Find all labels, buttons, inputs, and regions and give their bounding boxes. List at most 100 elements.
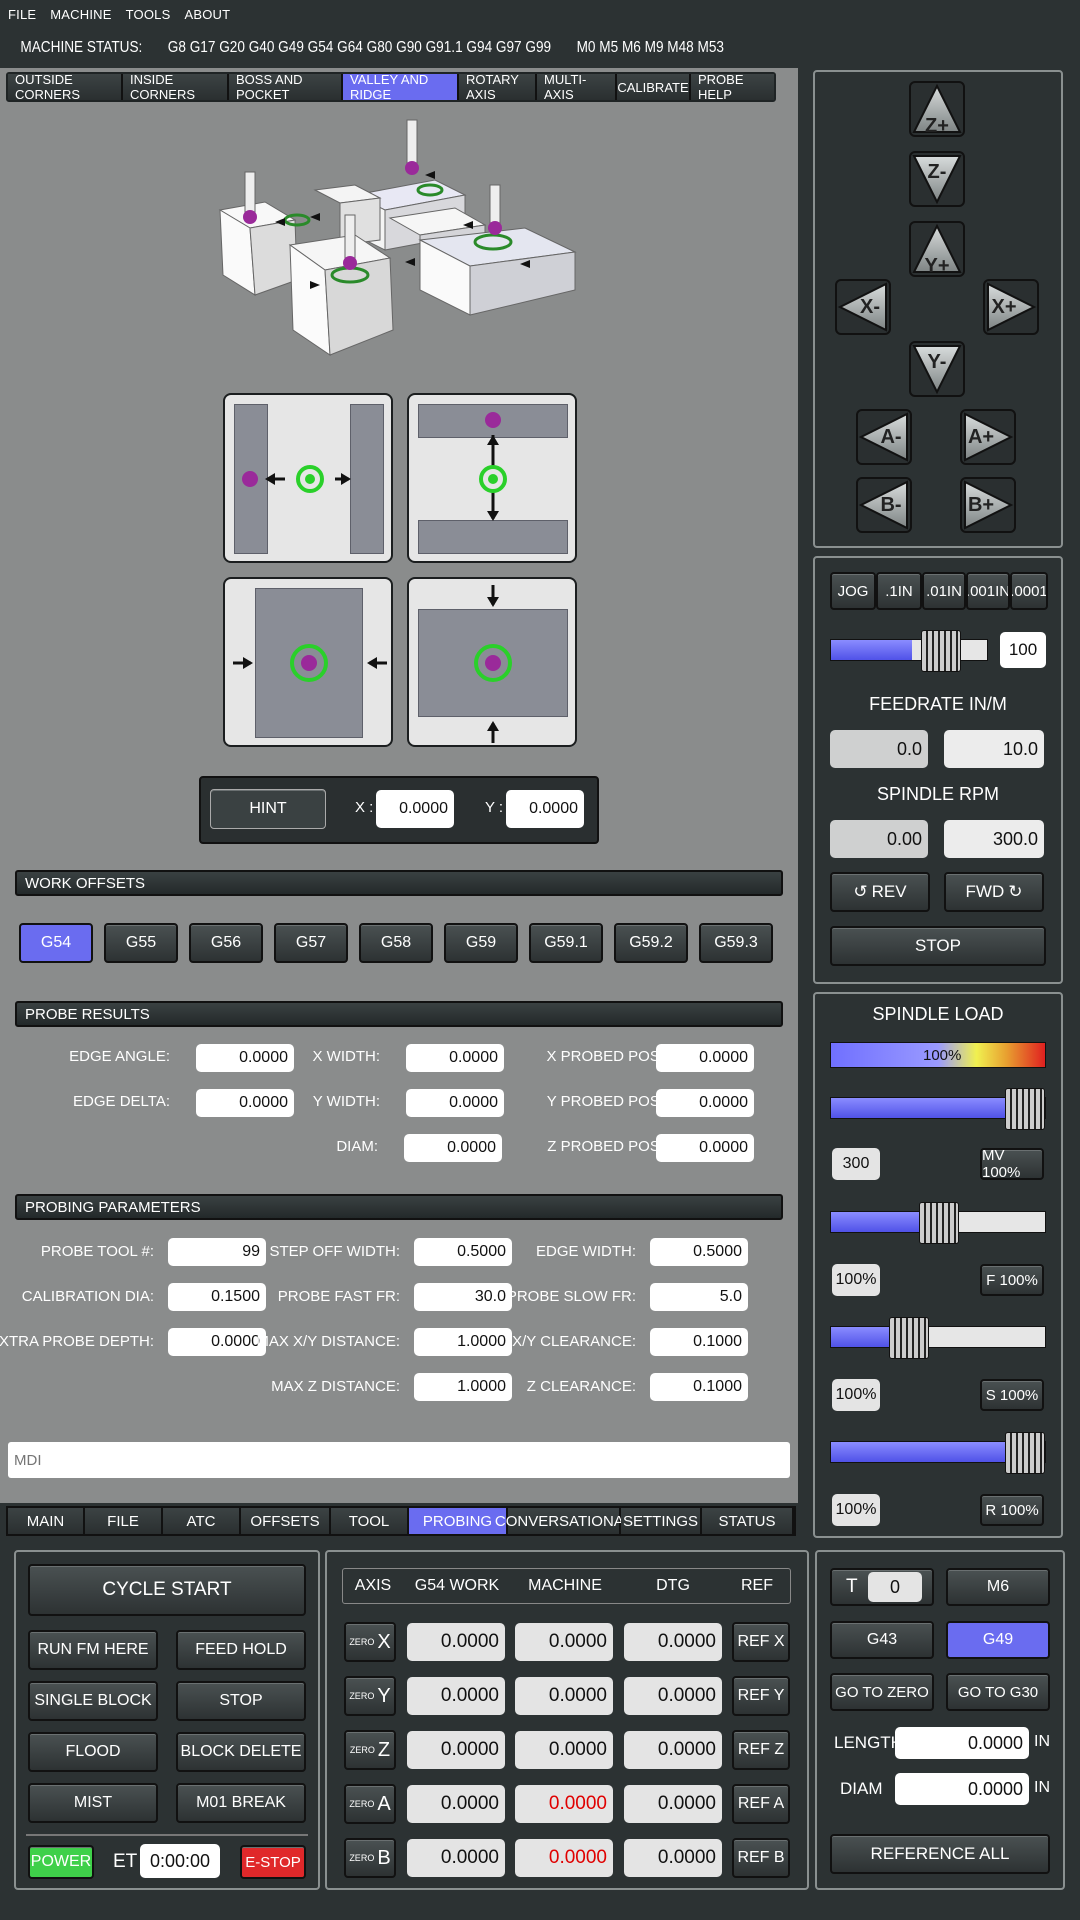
- z-clearance-field[interactable]: 0.1000: [650, 1373, 748, 1401]
- power-button[interactable]: POWER: [28, 1845, 94, 1879]
- increment-001-button[interactable]: .01IN: [922, 572, 966, 610]
- probe-fast-fr-field[interactable]: 30.0: [414, 1283, 512, 1311]
- probe-y-ridge-button[interactable]: [407, 577, 577, 747]
- x-width-field[interactable]: 0.0000: [406, 1044, 504, 1072]
- probe-slow-fr-field[interactable]: 5.0: [650, 1283, 748, 1311]
- probe-tool-field[interactable]: 99: [168, 1238, 266, 1266]
- feed-override-reset-button[interactable]: F 100%: [980, 1264, 1044, 1296]
- tool-number-field[interactable]: 0: [868, 1572, 922, 1602]
- offset-g54-button[interactable]: G54: [19, 923, 93, 963]
- offset-g58-button[interactable]: G58: [359, 923, 433, 963]
- z-probed-pos-field[interactable]: 0.0000: [656, 1134, 754, 1162]
- x-probed-pos-field[interactable]: 0.0000: [656, 1044, 754, 1072]
- diam-field[interactable]: 0.0000: [404, 1134, 502, 1162]
- tab-boss-and-pocket[interactable]: BOSS AND POCKET: [229, 72, 343, 102]
- menu-machine[interactable]: MACHINE: [50, 7, 111, 22]
- program-stop-button[interactable]: STOP: [176, 1681, 306, 1721]
- tab-probe-help[interactable]: PROBE HELP: [691, 72, 774, 102]
- tab-file[interactable]: FILE: [85, 1508, 163, 1534]
- spindle-fwd-button[interactable]: FWD ↻: [944, 872, 1044, 912]
- mdi-input[interactable]: [8, 1442, 790, 1478]
- step-off-width-field[interactable]: 0.5000: [414, 1238, 512, 1266]
- tab-tool[interactable]: TOOL: [331, 1508, 409, 1534]
- offset-g59-3-button[interactable]: G59.3: [699, 923, 773, 963]
- ref-y-button[interactable]: REF Y: [732, 1676, 790, 1716]
- m6-button[interactable]: M6: [946, 1568, 1050, 1606]
- increment-0001-button[interactable]: .001IN: [966, 572, 1010, 610]
- tab-conversational[interactable]: CONVERSATIONAL: [495, 1508, 632, 1534]
- menu-file[interactable]: FILE: [8, 7, 36, 22]
- probe-y-valley-button[interactable]: [407, 393, 577, 563]
- tab-offsets[interactable]: OFFSETS: [241, 1508, 331, 1534]
- tab-multi-axis[interactable]: MULTI-AXIS: [537, 72, 617, 102]
- offset-g56-button[interactable]: G56: [189, 923, 263, 963]
- g49-button[interactable]: G49: [946, 1621, 1050, 1659]
- zero-y-button[interactable]: ZERO Y: [344, 1676, 396, 1716]
- estop-button[interactable]: E-STOP: [240, 1845, 306, 1879]
- xy-clearance-field[interactable]: 0.1000: [650, 1328, 748, 1356]
- spindle-override-reset-button[interactable]: S 100%: [980, 1379, 1044, 1411]
- offset-g59-button[interactable]: G59: [444, 923, 518, 963]
- spindle-rev-button[interactable]: ↺ REV: [830, 872, 930, 912]
- feed-override-slider[interactable]: [830, 1202, 1046, 1244]
- spindle-override-slider[interactable]: [830, 1317, 1046, 1359]
- jog-b-plus-button[interactable]: B+: [961, 478, 1015, 532]
- tab-rotary-axis[interactable]: ROTARY AXIS: [459, 72, 537, 102]
- reference-all-button[interactable]: REFERENCE ALL: [830, 1834, 1050, 1874]
- tab-outside-corners[interactable]: OUTSIDE CORNERS: [8, 72, 123, 102]
- zero-a-button[interactable]: ZERO A: [344, 1784, 396, 1824]
- jog-rate-field[interactable]: 100: [1000, 632, 1046, 668]
- increment-01-button[interactable]: .1IN: [876, 572, 922, 610]
- tab-probing[interactable]: PROBING: [409, 1508, 508, 1534]
- edge-delta-field[interactable]: 0.0000: [196, 1089, 294, 1117]
- menu-about[interactable]: ABOUT: [184, 7, 230, 22]
- zero-x-button[interactable]: ZERO X: [344, 1622, 396, 1662]
- tab-calibrate[interactable]: CALIBRATE: [617, 74, 691, 100]
- rapid-override-reset-button[interactable]: R 100%: [980, 1494, 1044, 1526]
- y-probed-pos-field[interactable]: 0.0000: [656, 1089, 754, 1117]
- run-from-here-button[interactable]: RUN FM HERE: [28, 1630, 158, 1670]
- tab-settings[interactable]: SETTINGS: [621, 1508, 702, 1534]
- jog-x-plus-button[interactable]: X+: [984, 280, 1038, 334]
- feedrate-set-field[interactable]: 10.0: [944, 730, 1044, 768]
- tool-diam-field[interactable]: 0.0000: [895, 1773, 1029, 1805]
- y-width-field[interactable]: 0.0000: [406, 1089, 504, 1117]
- jog-a-minus-button[interactable]: A-: [857, 410, 911, 464]
- ref-x-button[interactable]: REF X: [732, 1622, 790, 1662]
- ref-a-button[interactable]: REF A: [732, 1784, 790, 1824]
- max-z-distance-field[interactable]: 1.0000: [414, 1373, 512, 1401]
- max-velocity-slider[interactable]: [830, 1088, 1046, 1130]
- go-to-zero-button[interactable]: GO TO ZERO: [830, 1673, 934, 1711]
- offset-g59-1-button[interactable]: G59.1: [529, 923, 603, 963]
- hint-y-field[interactable]: 0.0000: [506, 790, 584, 828]
- rapid-override-slider[interactable]: [830, 1432, 1046, 1474]
- tab-main[interactable]: MAIN: [8, 1508, 85, 1534]
- tab-atc[interactable]: ATC: [163, 1508, 241, 1534]
- edge-width-field[interactable]: 0.5000: [650, 1238, 748, 1266]
- calibration-dia-field[interactable]: 0.1500: [168, 1283, 266, 1311]
- zero-b-button[interactable]: ZERO B: [344, 1838, 396, 1878]
- probe-x-ridge-button[interactable]: [223, 577, 393, 747]
- probe-x-valley-button[interactable]: [223, 393, 393, 563]
- menu-tools[interactable]: TOOLS: [126, 7, 171, 22]
- jog-y-minus-button[interactable]: Y-: [910, 342, 964, 396]
- block-delete-button[interactable]: BLOCK DELETE: [176, 1732, 306, 1772]
- hint-x-field[interactable]: 0.0000: [376, 790, 454, 828]
- zero-z-button[interactable]: ZERO Z: [344, 1730, 396, 1770]
- spindle-stop-button[interactable]: STOP: [830, 926, 1046, 966]
- extra-probe-depth-field[interactable]: 0.0000: [168, 1328, 266, 1356]
- max-velocity-reset-button[interactable]: MV 100%: [980, 1147, 1044, 1181]
- jog-z-plus-button[interactable]: Z+: [910, 92, 964, 146]
- cycle-start-button[interactable]: CYCLE START: [28, 1564, 306, 1616]
- m01-break-button[interactable]: M01 BREAK: [176, 1783, 306, 1823]
- jog-y-plus-button[interactable]: Y+: [910, 232, 964, 286]
- offset-g55-button[interactable]: G55: [104, 923, 178, 963]
- tab-inside-corners[interactable]: INSIDE CORNERS: [123, 72, 229, 102]
- tab-status[interactable]: STATUS: [702, 1508, 792, 1534]
- tool-length-field[interactable]: 0.0000: [895, 1727, 1029, 1759]
- hint-button[interactable]: HINT: [210, 789, 326, 829]
- tab-valley-and-ridge[interactable]: VALLEY AND RIDGE: [343, 72, 459, 102]
- jog-a-plus-button[interactable]: A+: [961, 410, 1015, 464]
- jog-x-minus-button[interactable]: X-: [836, 280, 890, 334]
- offset-g59-2-button[interactable]: G59.2: [614, 923, 688, 963]
